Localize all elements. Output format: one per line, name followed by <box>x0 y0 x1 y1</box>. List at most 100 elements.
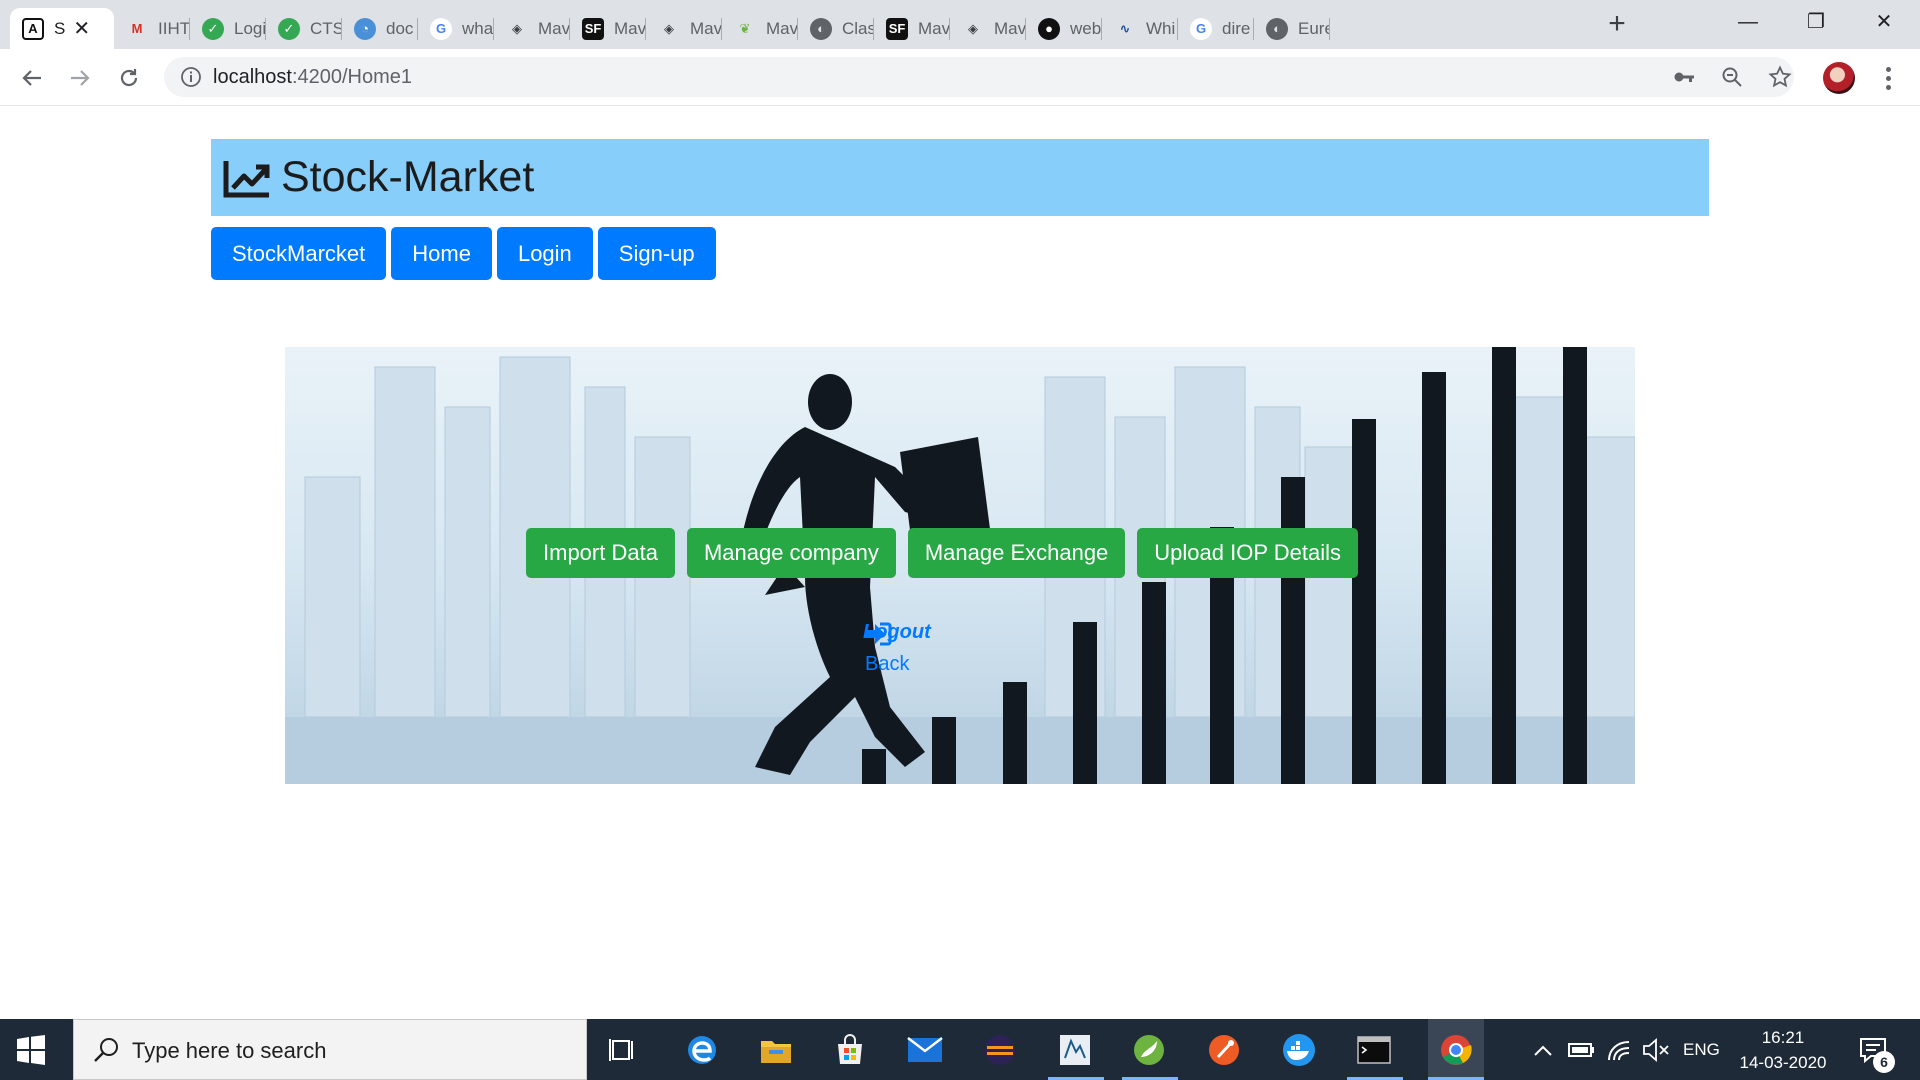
spring-tool-suite-icon[interactable] <box>1128 1029 1170 1071</box>
forward-arrow-icon[interactable] <box>63 61 97 95</box>
minimize-button[interactable]: — <box>1723 4 1773 40</box>
diamond-icon: ◈ <box>512 20 522 36</box>
file-explorer-icon[interactable] <box>755 1029 797 1071</box>
tab-title: Mav <box>766 18 798 38</box>
browser-tab[interactable]: ● web <box>1026 8 1102 49</box>
github-icon: ● <box>1038 17 1060 40</box>
tab-title: S <box>54 18 66 38</box>
back-arrow-icon[interactable] <box>15 61 49 95</box>
main-nav: StockMarcket Home Login Sign-up <box>211 227 716 280</box>
tab-title: IIHT <box>158 18 190 38</box>
nav-login-button[interactable]: Login <box>496 227 593 280</box>
angular-icon: A <box>22 17 44 40</box>
nav-home-button[interactable]: Home <box>391 227 492 280</box>
docker-icon[interactable] <box>1278 1029 1320 1071</box>
sign-out-icon <box>865 622 892 646</box>
microsoft-store-icon[interactable] <box>829 1029 871 1071</box>
browser-tab[interactable]: SF Mav <box>570 8 646 49</box>
profile-avatar[interactable] <box>1823 62 1855 94</box>
taskbar-clock[interactable]: 16:21 14-03-2020 <box>1738 1025 1828 1075</box>
browser-tab[interactable]: ◐ Eure <box>1254 8 1330 49</box>
bookmark-star-icon[interactable] <box>1767 64 1793 90</box>
search-placeholder: Type here to search <box>132 1038 327 1063</box>
hero-banner: Import Data Manage company Manage Exchan… <box>285 347 1635 784</box>
postman-icon[interactable] <box>1203 1029 1245 1071</box>
browser-tab[interactable]: ✓ Logi <box>190 8 266 49</box>
logout-link[interactable]: Logout <box>863 621 931 646</box>
mysql-workbench-icon[interactable] <box>1054 1029 1096 1071</box>
task-view-icon[interactable] <box>602 1029 644 1071</box>
diamond-icon: ◈ <box>664 20 674 36</box>
back-link[interactable]: Back <box>865 653 909 676</box>
close-window-button[interactable]: ✕ <box>1859 4 1909 40</box>
restore-button[interactable]: ❐ <box>1791 4 1841 40</box>
key-icon[interactable] <box>1671 64 1697 90</box>
tab-title: Clas <box>842 18 874 38</box>
url-text[interactable]: localhost:4200/Home1 <box>213 66 412 89</box>
nav-stockmarket-button[interactable]: StockMarcket <box>211 227 387 280</box>
eclipse-ide-icon[interactable] <box>979 1029 1021 1071</box>
browser-tab-strip: A S ✕ M IIHT ✓ Logi ✓ CTS ◔ doc Gwha ◈ Mav SF Mav ◈ Mav ❦ M… <box>0 0 1920 49</box>
blue-circle-icon: ◔ <box>354 17 376 40</box>
browser-tab[interactable]: ◔ doc <box>342 8 418 49</box>
edge-browser-icon[interactable] <box>681 1029 723 1071</box>
browser-menu-icon[interactable] <box>1876 63 1900 93</box>
wifi-icon[interactable] <box>1604 1029 1636 1071</box>
web-page: Stock-Market StockMarcket Home Login Sig… <box>0 107 1920 1019</box>
volume-muted-icon[interactable] <box>1640 1029 1672 1071</box>
tab-title: dire <box>1222 18 1251 38</box>
command-prompt-icon[interactable] <box>1353 1029 1395 1071</box>
windows-start-icon[interactable] <box>14 1033 48 1067</box>
tab-title: Logi <box>234 18 266 38</box>
tab-title: Mav <box>994 18 1026 38</box>
tab-title: Mav <box>614 18 646 38</box>
app-header: Stock-Market <box>211 139 1709 216</box>
tab-title: Mav <box>918 18 950 38</box>
browser-tab[interactable]: ❦ Mav <box>722 8 798 49</box>
gmail-icon: M <box>131 21 143 36</box>
manage-company-button[interactable]: Manage company <box>686 528 896 578</box>
tab-title: web <box>1070 18 1102 38</box>
nav-signup-button[interactable]: Sign-up <box>597 227 716 280</box>
browser-tab[interactable]: SF Mav <box>874 8 950 49</box>
windows-taskbar: Type here to search ENG 16:21 14-03-2020… <box>0 1019 1920 1080</box>
close-tab-icon[interactable]: ✕ <box>73 16 90 41</box>
tab-title: Mav <box>690 18 722 38</box>
reload-icon[interactable] <box>112 61 146 95</box>
browser-tab[interactable]: ◐ Clas <box>798 8 874 49</box>
site-info-icon[interactable] <box>180 66 202 88</box>
green-check-icon: ✓ <box>202 17 224 40</box>
tab-title: wha <box>462 18 494 38</box>
import-data-button[interactable]: Import Data <box>526 528 675 578</box>
browser-tab[interactable]: ✓ CTS <box>266 8 342 49</box>
browser-tab[interactable]: ◈ Mav <box>950 8 1026 49</box>
show-hidden-icons-chevron-icon[interactable] <box>1528 1029 1558 1071</box>
admin-actions: Import Data Manage company Manage Exchan… <box>526 528 1358 578</box>
leaf-icon: ❦ <box>739 20 751 36</box>
tab-title: doc <box>386 18 414 38</box>
browser-tab[interactable]: Gdire <box>1178 8 1254 49</box>
tab-separator <box>1329 18 1330 40</box>
url-path: :4200/Home1 <box>291 66 413 88</box>
notification-count-badge: 6 <box>1873 1051 1895 1073</box>
upload-iop-details-button[interactable]: Upload IOP Details <box>1137 528 1358 578</box>
globe-icon: ◐ <box>1266 17 1288 40</box>
browser-tab[interactable]: Gwha <box>418 8 494 49</box>
google-icon: G <box>430 17 452 40</box>
battery-icon[interactable] <box>1566 1029 1598 1071</box>
browser-tab[interactable]: ◈ Mav <box>494 8 570 49</box>
language-indicator[interactable]: ENG <box>1683 1040 1720 1060</box>
clock-time: 16:21 <box>1761 1028 1805 1047</box>
new-tab-button[interactable]: + <box>1602 9 1632 40</box>
zoom-out-icon[interactable] <box>1719 64 1745 90</box>
browser-tab[interactable]: ◈ Mav <box>646 8 722 49</box>
taskbar-search-box[interactable]: Type here to search <box>73 1019 587 1080</box>
browser-tab[interactable]: M IIHT <box>114 8 190 49</box>
browser-toolbar: localhost:4200/Home1 <box>0 49 1920 106</box>
mail-icon[interactable] <box>904 1029 946 1071</box>
browser-tab[interactable]: A S ✕ <box>10 8 114 49</box>
chrome-icon[interactable] <box>1428 1019 1484 1080</box>
address-bar[interactable]: localhost:4200/Home1 <box>164 57 1794 97</box>
manage-exchange-button[interactable]: Manage Exchange <box>907 528 1126 578</box>
browser-tab[interactable]: ∿ Whi <box>1102 8 1178 49</box>
